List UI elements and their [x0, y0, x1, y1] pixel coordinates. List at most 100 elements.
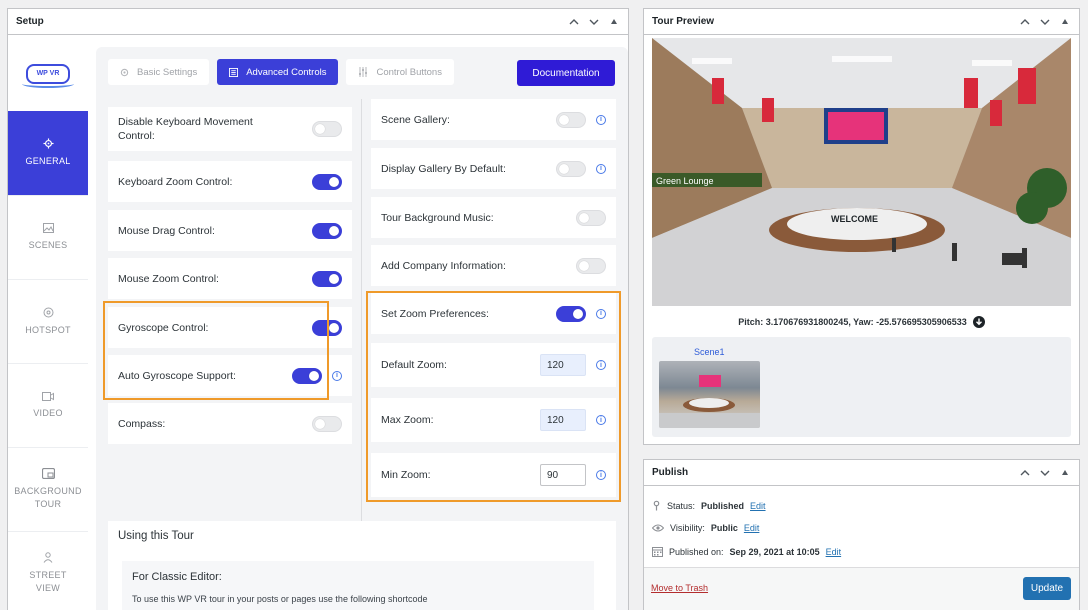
control-row: Tour Background Music:	[371, 197, 616, 238]
classic-editor-box: For Classic Editor: To use this WP VR to…	[122, 561, 594, 610]
logo: WP VR	[8, 36, 88, 111]
settings-tabs: Basic Settings Advanced Controls Control…	[108, 59, 454, 85]
scene-gallery: Scene1	[652, 337, 1071, 437]
download-icon[interactable]	[972, 316, 985, 328]
nav-background-tour[interactable]: BACKGROUND TOUR	[8, 447, 88, 531]
control-row: Compass:	[108, 403, 352, 444]
welcome-text: WELCOME	[831, 214, 878, 224]
move-down-icon[interactable]	[588, 16, 600, 28]
controls-icon	[229, 67, 239, 77]
highlight-gyroscope-box	[103, 301, 329, 400]
control-label: Keyboard Zoom Control:	[118, 175, 233, 188]
control-label: Scene Gallery:	[381, 113, 450, 126]
published-on-row: Published on: Sep 29, 2021 at 10:05 Edit	[652, 546, 841, 557]
move-up-icon[interactable]	[1019, 467, 1031, 479]
nav-street-view[interactable]: STREET VIEW	[8, 531, 88, 610]
scene-thumbnail-image	[659, 375, 760, 428]
edit-date-link[interactable]: Edit	[826, 547, 842, 557]
move-to-trash-link[interactable]: Move to Trash	[651, 583, 708, 593]
panorama-viewer[interactable]: Green Lounge WELCOME	[652, 38, 1071, 306]
pin-icon	[653, 500, 660, 511]
status-row: Status: Published Edit	[652, 500, 766, 511]
scene-label: Scene1	[694, 347, 725, 357]
control-label: Add Company Information:	[381, 259, 506, 272]
setup-header: Setup	[8, 9, 628, 35]
setup-title: Setup	[16, 16, 44, 27]
nav-label: SCENES	[28, 240, 68, 250]
control-label: Compass:	[118, 417, 166, 430]
toggle-mouse-zoom[interactable]	[312, 270, 342, 287]
nav-video[interactable]: VIDEO	[8, 363, 88, 447]
edit-status-link[interactable]: Edit	[750, 501, 766, 511]
setup-sidebar: WP VR GENERAL SCENES HOTSPOT VIDEO BACKG…	[8, 36, 88, 610]
control-label: Mouse Zoom Control:	[118, 272, 219, 285]
edit-visibility-link[interactable]: Edit	[744, 523, 760, 533]
collapse-icon[interactable]	[1059, 16, 1071, 28]
picture-in-picture-icon	[41, 468, 55, 479]
control-row: Add Company Information:	[371, 245, 616, 286]
nav-general[interactable]: GENERAL	[8, 111, 88, 195]
collapse-icon[interactable]	[608, 16, 620, 28]
toggle-mouse-drag[interactable]	[312, 222, 342, 239]
move-up-icon[interactable]	[568, 16, 580, 28]
image-icon	[42, 223, 54, 233]
nav-label: VIDEO	[33, 407, 63, 418]
nav-label: BACKGROUND TOUR	[14, 486, 82, 509]
control-label: Tour Background Music:	[381, 211, 494, 224]
settings-content: Basic Settings Advanced Controls Control…	[96, 47, 628, 610]
publish-title: Publish	[652, 467, 689, 478]
control-row: Display Gallery By Default: i	[371, 148, 616, 189]
gear-icon	[120, 68, 129, 76]
toggle-keyboard-zoom[interactable]	[312, 173, 342, 190]
using-this-tour: Using this Tour For Classic Editor: To u…	[108, 521, 616, 610]
gear-icon	[42, 138, 54, 149]
nav-scenes[interactable]: SCENES	[8, 195, 88, 279]
control-row: Mouse Zoom Control:	[108, 258, 352, 299]
video-icon	[42, 391, 54, 401]
control-label: Mouse Drag Control:	[118, 224, 215, 237]
highlight-zoom-box	[366, 291, 621, 502]
toggle-scene-gallery[interactable]	[556, 111, 586, 128]
scene-thumbnail[interactable]	[659, 361, 760, 428]
nav-label: STREET VIEW	[29, 570, 67, 593]
control-row: Disable Keyboard Movement Control:	[108, 107, 352, 151]
visibility-row: Visibility: Public Edit	[652, 523, 759, 533]
toggle-display-gallery[interactable]	[556, 160, 586, 177]
documentation-button[interactable]: Documentation	[517, 60, 615, 86]
collapse-icon[interactable]	[1059, 467, 1071, 479]
info-icon[interactable]: i	[596, 114, 606, 125]
info-icon[interactable]: i	[596, 163, 606, 174]
crosshair-icon	[43, 307, 53, 317]
tab-advanced-controls[interactable]: Advanced Controls	[217, 59, 339, 85]
classic-editor-heading: For Classic Editor:	[132, 571, 222, 583]
using-title: Using this Tour	[118, 530, 194, 542]
control-label: Disable Keyboard Movement Control:	[118, 116, 253, 142]
wpvr-logo: WP VR	[22, 63, 74, 88]
nav-label: HOTSPOT	[25, 324, 71, 335]
toggle-disable-keyboard-movement[interactable]	[312, 121, 342, 137]
toggle-company-info[interactable]	[576, 257, 606, 274]
control-label: Display Gallery By Default:	[381, 162, 506, 175]
column-divider	[361, 99, 362, 539]
calendar-icon	[652, 547, 663, 557]
tab-basic-settings[interactable]: Basic Settings	[108, 59, 210, 85]
toggle-background-music[interactable]	[576, 209, 606, 226]
sliders-icon	[359, 67, 368, 77]
move-down-icon[interactable]	[1039, 16, 1051, 28]
toggle-compass[interactable]	[312, 415, 342, 432]
nav-label: GENERAL	[25, 156, 71, 166]
move-up-icon[interactable]	[1019, 16, 1031, 28]
publish-footer: Move to Trash Update	[644, 567, 1079, 610]
tab-control-buttons[interactable]: Control Buttons	[346, 59, 454, 85]
classic-editor-text: To use this WP VR tour in your posts or …	[132, 594, 428, 604]
info-icon[interactable]: i	[332, 370, 342, 381]
control-row: Scene Gallery: i	[371, 99, 616, 140]
update-button[interactable]: Update	[1023, 577, 1071, 600]
nav-hotspot[interactable]: HOTSPOT	[8, 279, 88, 363]
preview-header: Tour Preview	[644, 9, 1079, 35]
control-row: Keyboard Zoom Control:	[108, 161, 352, 202]
control-row: Mouse Drag Control:	[108, 210, 352, 251]
publish-header: Publish	[644, 460, 1079, 486]
move-down-icon[interactable]	[1039, 467, 1051, 479]
panorama-image: Green Lounge WELCOME	[652, 38, 1071, 306]
